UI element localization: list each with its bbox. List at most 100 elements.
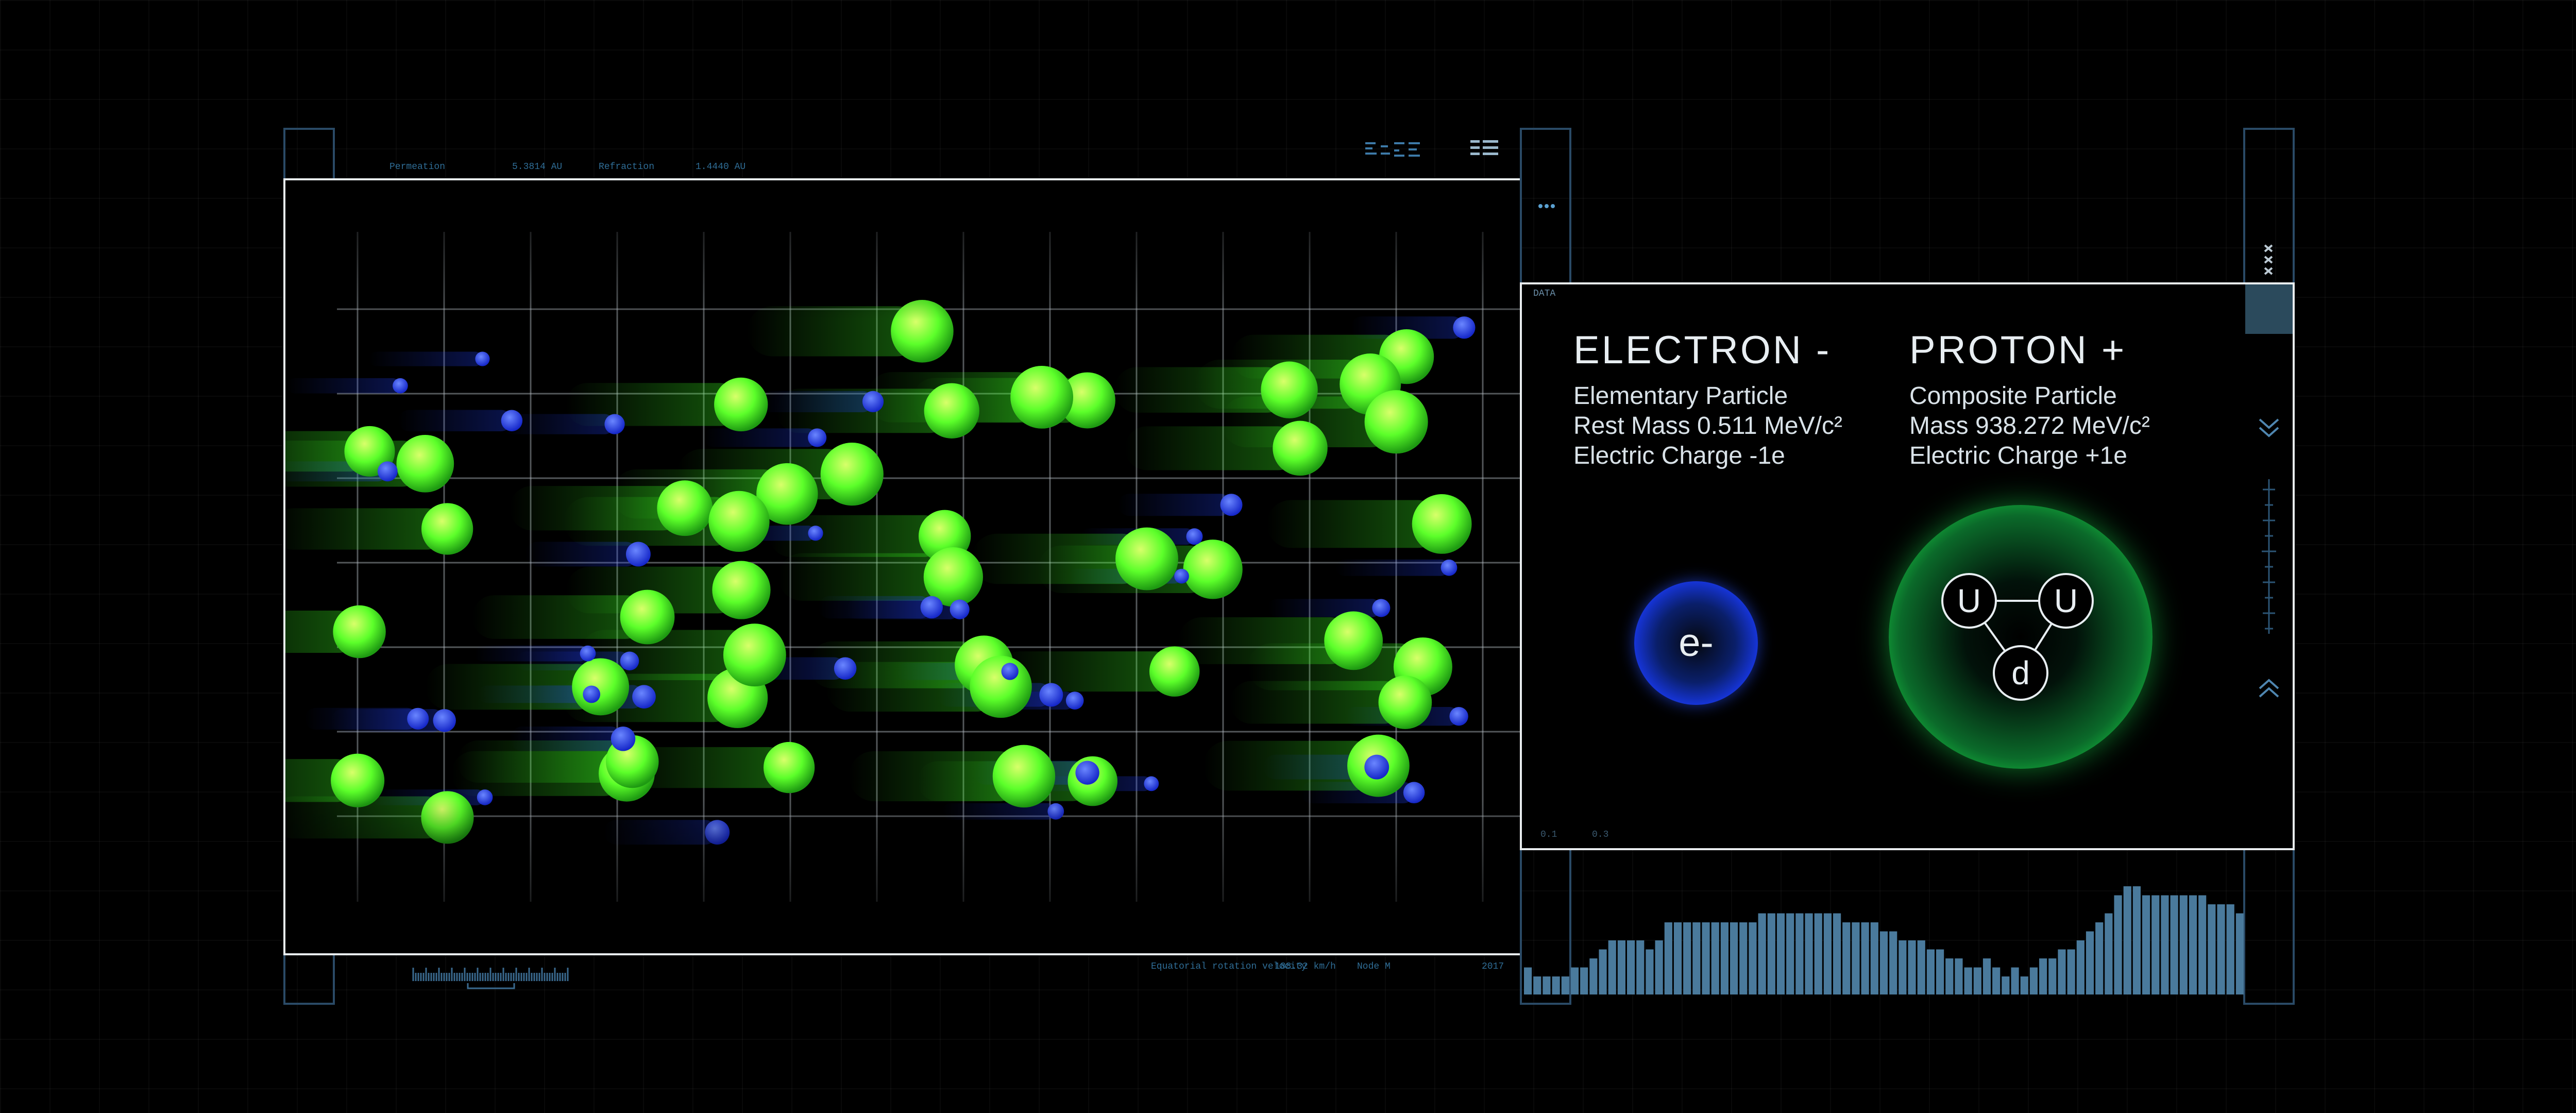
histogram-bar <box>1889 931 1897 994</box>
histogram-bar <box>1870 922 1878 994</box>
header-label-4: 1.4440 AU <box>696 162 746 172</box>
header-glyph-svg <box>1365 142 1420 157</box>
footer-label-3: Node M <box>1357 962 1391 972</box>
proton-line-2: Mass 938.272 MeV/c² <box>1909 412 2150 440</box>
histogram-bar <box>1599 949 1607 994</box>
quark-diagram: U U d <box>1941 573 2094 701</box>
right-double-chevron-down-icon[interactable] <box>2253 415 2284 444</box>
histogram-bar <box>2048 958 2057 994</box>
waveform-histogram <box>1524 886 2244 994</box>
histogram-bar <box>1795 913 1804 994</box>
histogram-bar <box>1917 940 1925 994</box>
info-footer-number-1: 0.1 <box>1540 830 1557 840</box>
info-footer-number-2: 0.3 <box>1592 830 1609 840</box>
particle-viewport[interactable] <box>283 178 1522 955</box>
histogram-bar <box>1964 967 1972 994</box>
histogram-bar <box>1861 922 1869 994</box>
histogram-bar <box>1524 967 1532 994</box>
histogram-bar <box>1833 913 1841 994</box>
histogram-bar <box>2217 904 2225 994</box>
histogram-bar <box>1908 940 1916 994</box>
proton-title: PROTON + <box>1909 328 2127 372</box>
histogram-bar <box>1823 913 1832 994</box>
histogram-bar <box>1739 922 1748 994</box>
histogram-bar <box>1852 922 1860 994</box>
histogram-bar <box>1786 913 1794 994</box>
histogram-bar <box>1702 922 1710 994</box>
histogram-bar <box>1552 976 1560 994</box>
histogram-bar <box>2086 931 2094 994</box>
histogram-bar <box>2076 940 2084 994</box>
histogram-bar <box>1683 922 1691 994</box>
close-stack-icon[interactable] <box>2260 242 2278 281</box>
electron-symbol: e- <box>1679 621 1714 665</box>
more-dots-icon[interactable] <box>1537 201 1558 214</box>
histogram-bar <box>1776 913 1785 994</box>
data-tag: DATA <box>1533 289 1556 299</box>
histogram-bar <box>1879 931 1888 994</box>
histogram-bar <box>2011 967 2019 994</box>
histogram-bar <box>2039 958 2047 994</box>
histogram-bar <box>1973 967 1981 994</box>
electron-title: ELECTRON - <box>1573 328 1832 372</box>
menu-list-icon[interactable] <box>1470 139 1501 162</box>
histogram-bar <box>2020 976 2028 994</box>
histogram-bar <box>2123 886 2131 994</box>
histogram-bar <box>1926 949 1935 994</box>
histogram-bar <box>2105 913 2113 994</box>
histogram-bar <box>1945 958 1954 994</box>
histogram-bar <box>1627 940 1635 994</box>
histogram-bar <box>2151 895 2160 994</box>
electron-line-3: Electric Charge -1e <box>1573 442 1785 469</box>
quark-u1: U <box>1957 582 1981 619</box>
right-rail-scale[interactable] <box>2259 479 2279 634</box>
histogram-bar <box>2170 895 2178 994</box>
histogram-bar <box>2189 895 2197 994</box>
histogram-bar <box>2142 895 2150 994</box>
histogram-bar <box>2235 913 2244 994</box>
footer-ruler <box>411 966 571 994</box>
proton-line-1: Composite Particle <box>1909 382 2117 410</box>
histogram-bar <box>1608 940 1616 994</box>
histogram-bar <box>1749 922 1757 994</box>
electron-line-1: Elementary Particle <box>1573 382 1788 410</box>
histogram-bar <box>1543 976 1551 994</box>
viewport-fade <box>285 180 1520 953</box>
more-dots-svg <box>1538 204 1555 208</box>
histogram-bar <box>1655 940 1663 994</box>
histogram-bar <box>1805 913 1813 994</box>
histogram-bar <box>1982 958 1991 994</box>
histogram-bar <box>1992 967 2001 994</box>
right-rail-block <box>2245 284 2293 334</box>
header-label-2: 5.3814 AU <box>512 162 563 172</box>
histogram-bar <box>1842 922 1851 994</box>
histogram-bar <box>2161 895 2169 994</box>
right-double-chevron-down-svg <box>2259 418 2279 437</box>
histogram-bar <box>1955 958 1963 994</box>
histogram-bar <box>2067 949 2075 994</box>
histogram-bar <box>2029 967 2038 994</box>
histogram-bar <box>1636 940 1645 994</box>
histogram-bar <box>1533 976 1541 994</box>
footer-label-4: 2017 <box>1482 962 1504 972</box>
histogram-bar <box>2208 904 2216 994</box>
histogram-bar <box>1730 922 1738 994</box>
histogram-bar <box>1767 913 1775 994</box>
histogram-bar <box>1646 949 1654 994</box>
histogram-bar <box>1814 913 1822 994</box>
footer-ruler-svg <box>412 968 569 989</box>
menu-list-svg <box>1470 140 1498 155</box>
histogram-bar <box>2095 922 2104 994</box>
histogram-bar <box>1664 922 1672 994</box>
quark-u2: U <box>2054 582 2078 619</box>
histogram-bar <box>1758 913 1766 994</box>
histogram-bar <box>2002 976 2010 994</box>
right-double-chevron-up-icon[interactable] <box>2253 675 2284 703</box>
histogram-bar <box>1720 922 1728 994</box>
histogram-bar <box>2198 895 2207 994</box>
footer-label-2: 188.32 km/h <box>1275 962 1336 972</box>
histogram-bar <box>1570 967 1579 994</box>
histogram-bar <box>1589 958 1598 994</box>
histogram-bar <box>1899 940 1907 994</box>
histogram-bar <box>2226 904 2234 994</box>
